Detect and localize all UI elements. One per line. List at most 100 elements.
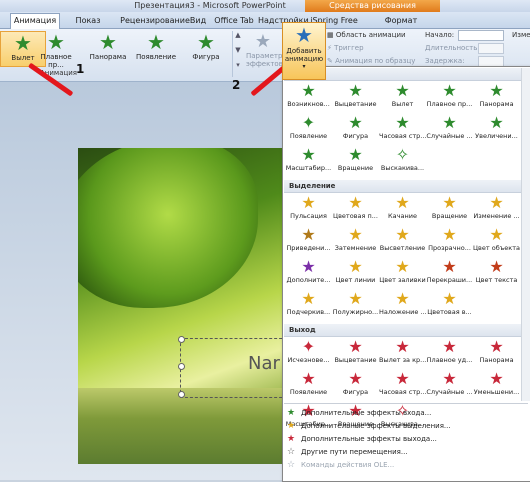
animation-effect-item[interactable]: ★ Затемнение (332, 226, 379, 257)
animation-effect-item[interactable]: ★ Качание (379, 194, 426, 225)
scroll-up-icon[interactable]: ▲ (233, 31, 243, 46)
tab-1[interactable]: Показ слайдов (60, 14, 116, 39)
animation-effect-item[interactable]: ✦ Появление (285, 114, 332, 145)
animation-effect-item[interactable]: ★ Полужирно... (332, 290, 379, 321)
effect-label: Дополните... (286, 276, 331, 284)
animation-effect-item[interactable]: ★ Часовая стр... (379, 370, 426, 401)
animation-effect-item[interactable]: ★ Фигура (332, 370, 379, 401)
animation-effect-item[interactable]: ★ Цвет текста (473, 258, 520, 289)
animation-effect-item[interactable]: ★ Цвет линии (332, 258, 379, 289)
effect-star-icon: ★ (301, 257, 316, 276)
animation-effect-item[interactable]: ★ Панорама (473, 82, 520, 113)
effect-star-icon: ★ (348, 337, 363, 356)
effect-label: Высветление (379, 244, 426, 252)
animation-painter-button[interactable]: ✎ Анимация по образцу (327, 57, 415, 65)
slide-canvas[interactable]: Nar (78, 148, 290, 464)
trigger-button[interactable]: ⚡ Триггер (327, 44, 364, 52)
ribbon-effect-2[interactable]: ★ Панорама (86, 31, 130, 65)
animation-effect-item[interactable]: ★ Дополните... (285, 258, 332, 289)
animation-effect-item[interactable]: ★ Пульсация (285, 194, 332, 225)
animation-effect-item[interactable]: ★ Выцветание (332, 82, 379, 113)
effect-star-icon: ★ (489, 225, 504, 244)
resize-handle[interactable] (178, 363, 185, 370)
animation-effect-item[interactable]: ★ Цвет заливки (379, 258, 426, 289)
tab-4[interactable]: Office Tab (214, 14, 254, 28)
effect-star-icon: ★ (442, 289, 457, 308)
scroll-down-icon[interactable]: ▼ (233, 46, 243, 61)
animation-pane-button[interactable]: ▦ Область анимации (327, 31, 406, 39)
animation-effect-item[interactable]: ★ Фигура (332, 114, 379, 145)
effect-options-button[interactable]: ★ Параметры эффектов (246, 31, 288, 68)
expand-gallery-icon[interactable]: ▾ (233, 61, 243, 76)
animation-effect-item[interactable]: ★ Плавное уд... (426, 338, 473, 369)
animation-effect-item[interactable]: ★ Цветовая п... (332, 194, 379, 225)
animation-effect-item[interactable]: ✦ Исчезнове... (285, 338, 332, 369)
more-effects-label: Дополнительные эффекты входа... (301, 409, 432, 417)
trigger-label: Триггер (334, 44, 364, 52)
animation-effect-item[interactable]: ★ Перекраши... (426, 258, 473, 289)
more-effects-item-3[interactable]: ☆ Другие пути перемещения... (287, 446, 408, 458)
effect-label: Цветовая в... (427, 308, 472, 316)
ribbon-effect-3[interactable]: ★ Появление (134, 31, 178, 65)
animation-effect-item[interactable]: ★ Часовая стр... (379, 114, 426, 145)
animation-effect-item[interactable]: ★ Цвет объекта (473, 226, 520, 257)
effect-star-icon: ★ (395, 81, 410, 100)
animation-effect-item[interactable]: ★ Изменение ... (473, 194, 520, 225)
animation-effect-item[interactable]: ★ Наложение ... (379, 290, 426, 321)
add-animation-label: Добавить анимацию (284, 47, 324, 63)
effect-label: Выцветание (334, 356, 377, 364)
start-select[interactable] (458, 30, 504, 41)
tab-7[interactable]: Формат (384, 14, 418, 28)
tab-0[interactable]: Анимация (10, 13, 60, 29)
effect-star-icon: ★ (147, 30, 165, 54)
animation-effect-item[interactable]: ★ Вращение (332, 146, 379, 177)
animation-effect-item[interactable]: ★ Случайные ... (426, 114, 473, 145)
slide-text: Nar (248, 353, 280, 374)
animation-effect-item[interactable]: ★ Подчеркив... (285, 290, 332, 321)
star-icon: ★ (287, 421, 296, 431)
annotation-number-1: 1 (76, 62, 85, 76)
animation-effect-item[interactable]: ★ Уменьшени... (473, 370, 520, 401)
ribbon-effect-1[interactable]: ★ Плавное пр... (34, 31, 78, 69)
gallery-scrollbar[interactable] (521, 68, 530, 401)
effect-star-icon: ★ (197, 30, 215, 54)
resize-handle[interactable] (178, 391, 185, 398)
animation-effect-item[interactable]: ★ Выцветание (332, 338, 379, 369)
ribbon-effect-4[interactable]: ★ Фигура (184, 31, 228, 65)
animation-effect-item[interactable]: ★ Вылет (379, 82, 426, 113)
effect-star-icon: ★ (301, 81, 316, 100)
add-animation-gallery: Вход★Возникнов...★Выцветание★Вылет★Плавн… (282, 66, 530, 482)
add-animation-button[interactable]: ★ Добавить анимацию ▾ (282, 22, 326, 80)
animation-effect-item[interactable]: ★ Появление (285, 370, 332, 401)
animation-effect-item[interactable]: ✧ Выскакива... (379, 146, 426, 177)
effect-label: Плавное пр... (426, 100, 473, 108)
effect-label: Появление (289, 388, 328, 396)
animation-effect-item[interactable]: ★ Высветление (379, 226, 426, 257)
tab-3[interactable]: Вид (188, 14, 208, 28)
animation-effect-item[interactable]: ★ Масштабир... (285, 146, 332, 177)
tab-2[interactable]: Рецензирование (120, 14, 190, 28)
more-effects-item-0[interactable]: ★ Дополнительные эффекты входа... (287, 407, 431, 419)
more-effects-item-1[interactable]: ★ Дополнительные эффекты выделения... (287, 420, 451, 432)
effect-label: Подчеркив... (286, 308, 331, 316)
effect-star-icon: ★ (442, 81, 457, 100)
animation-effect-item[interactable]: ★ Вылет за кр... (379, 338, 426, 369)
effect-label: Перекраши... (426, 276, 473, 284)
animation-effect-item[interactable]: ★ Прозрачно... (426, 226, 473, 257)
animation-effect-item[interactable]: ★ Возникнов... (285, 82, 332, 113)
animation-effect-item[interactable]: ★ Увеличени... (473, 114, 520, 145)
animation-effect-item[interactable]: ★ Случайные ... (426, 370, 473, 401)
duration-label: Длительность: (425, 44, 480, 52)
animation-effect-item[interactable]: ★ Плавное пр... (426, 82, 473, 113)
animation-effect-item[interactable]: ★ Панорама (473, 338, 520, 369)
resize-handle[interactable] (178, 336, 185, 343)
ribbon-effect-label: Плавное пр... (40, 53, 72, 69)
more-effects-label: Дополнительные эффекты выхода... (301, 435, 437, 443)
animation-effect-item[interactable]: ★ Цветовая в... (426, 290, 473, 321)
gallery-scroll[interactable]: ▲ ▼ ▾ (232, 31, 243, 77)
animation-effect-item[interactable]: ★ Вращение (426, 194, 473, 225)
duration-field[interactable] (478, 43, 504, 54)
effect-star-icon: ✦ (301, 337, 316, 356)
animation-effect-item[interactable]: ★ Приведени... (285, 226, 332, 257)
more-effects-item-2[interactable]: ★ Дополнительные эффекты выхода... (287, 433, 437, 445)
